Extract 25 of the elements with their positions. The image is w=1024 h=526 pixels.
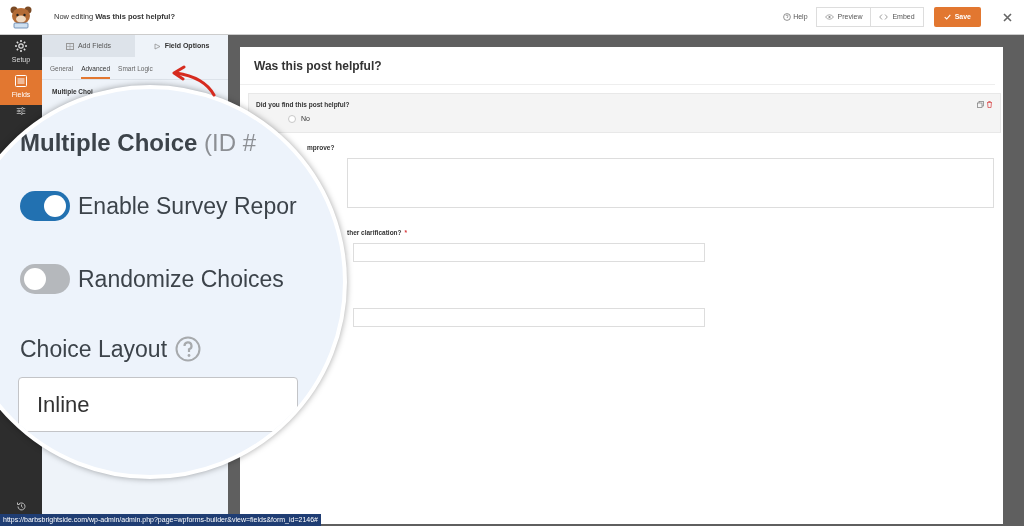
close-icon[interactable] (1003, 12, 1012, 22)
input-field[interactable] (353, 242, 705, 262)
form-title: Was this post helpful? (240, 57, 995, 85)
help-icon (783, 13, 792, 21)
history-icon[interactable] (15, 500, 27, 512)
radio-button[interactable] (288, 115, 296, 123)
choice-layout-label: Choice Layout (20, 335, 168, 364)
copy-icon[interactable] (977, 101, 984, 109)
eye-icon (824, 14, 834, 20)
toggle-switch[interactable] (20, 191, 70, 222)
bear-logo-icon (8, 5, 34, 29)
code-icon (879, 14, 889, 20)
gear-icon (14, 39, 28, 54)
check-icon (943, 14, 951, 20)
textarea-field[interactable] (347, 158, 994, 208)
trash-icon[interactable] (986, 101, 993, 109)
form-list-icon (14, 74, 28, 89)
help-icon[interactable] (175, 336, 202, 363)
toggle-label: Randomize Choices (78, 264, 284, 294)
arrow-annotation (170, 65, 218, 97)
toggle-label: Enable Survey Repor (78, 192, 297, 221)
choice-layout-select[interactable]: Inline (18, 376, 298, 432)
input-field[interactable] (353, 307, 705, 327)
grid-icon (65, 42, 74, 50)
toggle-switch[interactable] (20, 263, 70, 294)
